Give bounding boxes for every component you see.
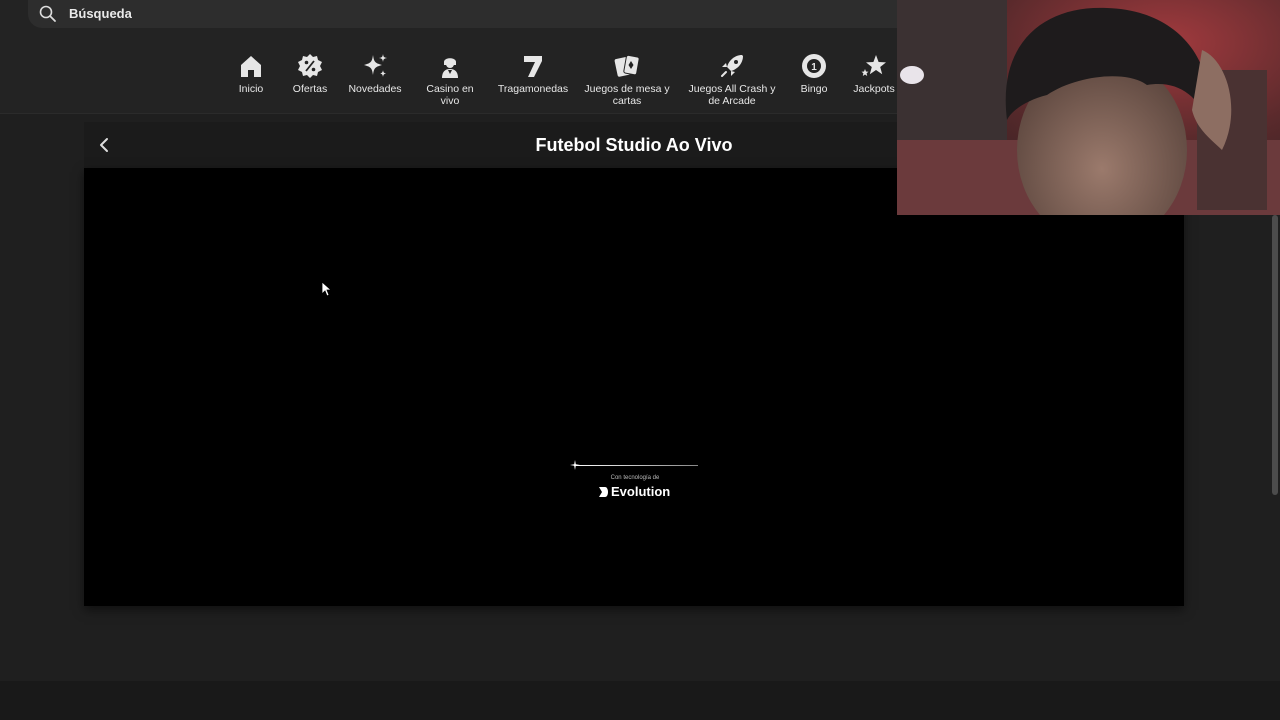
provider-logo: Evolution [598,484,670,499]
sparkle-icon [570,460,580,470]
powered-by-text: Con tecnología de [610,475,660,481]
nav-item-jackpots[interactable]: Jackpots [853,52,895,95]
nav-item-label: Bingo [800,83,828,95]
search-input[interactable]: Búsqueda [69,6,132,21]
nav-item-bingo[interactable]: 1 Bingo [799,52,829,95]
provider-name: Evolution [611,484,671,499]
scrollbar-thumb[interactable] [1272,215,1278,495]
search-bar[interactable]: Búsqueda [28,0,928,28]
rocket-icon [721,55,743,77]
loading-indicator: Con tecnología de Evolution [570,460,700,510]
bingo-ball-icon: 1 [802,54,826,78]
nav-item-novedades[interactable]: Novedades [346,52,404,95]
game-player[interactable]: Con tecnología de Evolution [84,168,1184,606]
mouse-cursor-icon [322,282,332,297]
stars-icon [861,55,886,76]
nav-item-label: Ofertas [292,83,328,95]
evolution-logo-icon [599,486,608,497]
nav-item-ofertas[interactable]: Ofertas [290,52,330,95]
loading-line [574,465,698,466]
svg-text:1: 1 [811,62,817,73]
search-icon [39,5,56,22]
home-icon [241,56,261,77]
nav-item-label: Casino en vivo [426,83,474,107]
scrollbar[interactable] [1268,215,1280,680]
nav-item-label: Juegos de mesa y cartas [584,83,670,107]
webcam-overlay [897,0,1280,215]
nav-item-label: Inicio [238,83,264,95]
footer-strip [0,681,1280,720]
nav-item-tragamonedas[interactable]: Tragamonedas [498,52,568,95]
nav-item-label: Juegos All Crash y de Arcade [688,83,776,107]
cards-icon [614,54,640,77]
nav-item-label: Novedades [348,83,402,95]
nav-item-label: Jackpots [853,83,895,95]
nav-item-casino-en-vivo[interactable]: Casino en vivo [424,52,476,107]
nav-item-juegos-de-mesa[interactable]: Juegos de mesa y cartas [584,52,670,107]
seven-icon [524,56,542,77]
nav-item-juegos-crash-arcade[interactable]: Juegos All Crash y de Arcade [688,52,776,107]
sparkles-icon [364,54,387,77]
webcam-video [897,0,1280,215]
dealer-icon [442,58,458,78]
nav-item-inicio[interactable]: Inicio [236,52,266,95]
percent-badge-icon [298,54,322,78]
nav-item-label: Tragamonedas [497,83,569,95]
